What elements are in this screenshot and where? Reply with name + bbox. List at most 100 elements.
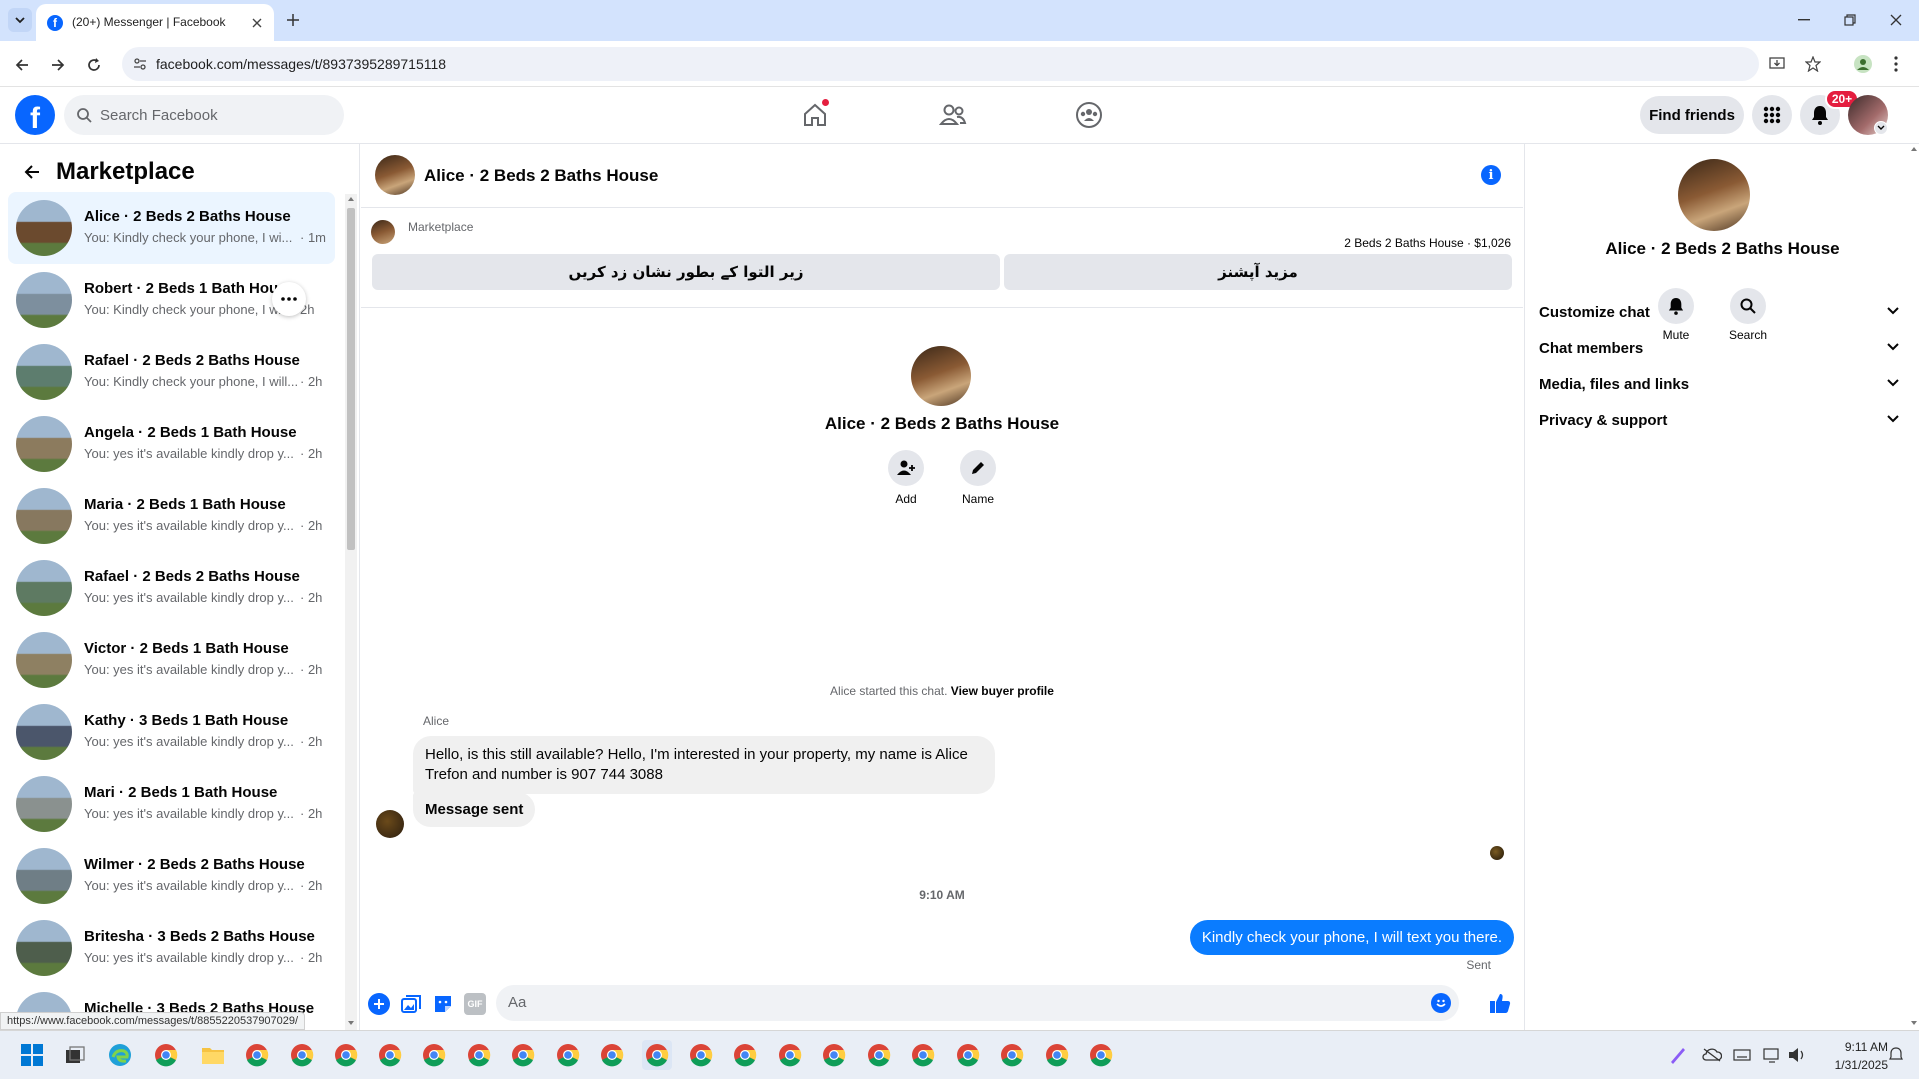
facebook-logo-icon[interactable]: f bbox=[15, 95, 55, 135]
sidebar-scrollbar[interactable] bbox=[345, 194, 357, 1030]
home-icon[interactable] bbox=[798, 98, 832, 132]
conversation-item[interactable]: Maria · 2 Beds 1 Bath House You: yes it's… bbox=[8, 480, 335, 552]
attach-photo-icon[interactable] bbox=[400, 993, 422, 1015]
profile-intro-avatar[interactable] bbox=[911, 346, 971, 406]
chrome-window-icon[interactable] bbox=[597, 1040, 627, 1070]
add-person-icon[interactable] bbox=[888, 450, 924, 486]
chrome-window-icon[interactable] bbox=[1086, 1040, 1116, 1070]
chrome-window-icon[interactable] bbox=[287, 1040, 317, 1070]
edit-name-pencil-icon[interactable] bbox=[960, 450, 996, 486]
chrome-window-icon[interactable] bbox=[151, 1040, 181, 1070]
volume-icon[interactable] bbox=[1782, 1040, 1812, 1070]
view-buyer-profile-link[interactable]: View buyer profile bbox=[951, 684, 1054, 698]
conversation-item[interactable]: Rafael · 2 Beds 2 Baths House You: Kindly… bbox=[8, 336, 335, 408]
incoming-message-bubble[interactable]: Hello, is this still available? Hello, I… bbox=[413, 736, 995, 794]
menu-grid-icon[interactable] bbox=[1752, 95, 1792, 135]
sidebar-scroll-thumb[interactable] bbox=[347, 208, 355, 550]
sender-avatar[interactable] bbox=[376, 810, 404, 838]
more-actions-plus-icon[interactable] bbox=[368, 993, 390, 1015]
back-arrow-icon[interactable] bbox=[18, 158, 46, 186]
task-view-icon[interactable] bbox=[60, 1040, 90, 1070]
chrome-window-icon[interactable] bbox=[375, 1040, 405, 1070]
scroll-down-icon[interactable] bbox=[1908, 1018, 1919, 1028]
gif-icon[interactable]: GIF bbox=[464, 993, 486, 1015]
listing-title-price[interactable]: 2 Beds 2 Baths House · $1,026 bbox=[1344, 236, 1511, 250]
scroll-down-icon[interactable] bbox=[345, 1018, 357, 1028]
details-section-toggle[interactable]: Media, files and links bbox=[1539, 376, 1899, 393]
message-input[interactable]: Aa bbox=[496, 985, 1459, 1021]
chrome-window-icon[interactable] bbox=[242, 1040, 272, 1070]
chrome-window-icon[interactable] bbox=[908, 1040, 938, 1070]
tab-search-button[interactable] bbox=[8, 8, 32, 32]
details-section-toggle[interactable]: Chat members bbox=[1539, 340, 1899, 357]
chrome-window-icon[interactable] bbox=[864, 1040, 894, 1070]
chrome-window-icon[interactable] bbox=[553, 1040, 583, 1070]
file-explorer-icon[interactable] bbox=[198, 1040, 228, 1070]
facebook-search-box[interactable]: Search Facebook bbox=[64, 95, 344, 135]
conversation-item[interactable]: Angela · 2 Beds 1 Bath House You: yes it'… bbox=[8, 408, 335, 480]
back-arrow-icon[interactable] bbox=[10, 53, 34, 77]
groups-icon[interactable] bbox=[1072, 98, 1106, 132]
chrome-window-icon[interactable] bbox=[686, 1040, 716, 1070]
chrome-window-icon[interactable] bbox=[1042, 1040, 1072, 1070]
onedrive-offline-icon[interactable] bbox=[1697, 1040, 1727, 1070]
thumbs-up-icon[interactable] bbox=[1487, 990, 1513, 1016]
details-section-toggle[interactable]: Customize chat bbox=[1539, 304, 1899, 321]
chrome-window-icon[interactable] bbox=[508, 1040, 538, 1070]
new-tab-icon[interactable] bbox=[282, 9, 304, 31]
conversation-item[interactable]: Mari · 2 Beds 1 Bath House You: yes it's … bbox=[8, 768, 335, 840]
taskbar-time[interactable]: 9:11 AM bbox=[1818, 1040, 1888, 1054]
outgoing-message-bubble[interactable]: Kindly check your phone, I will text you… bbox=[1189, 920, 1514, 955]
browser-menu-icon[interactable] bbox=[1886, 52, 1906, 76]
chat-avatar[interactable] bbox=[375, 155, 415, 195]
conversation-item[interactable]: Alice · 2 Beds 2 Baths House You: Kindly … bbox=[8, 192, 335, 264]
bookmark-star-icon[interactable] bbox=[1804, 55, 1822, 73]
account-avatar[interactable] bbox=[1848, 95, 1888, 135]
friends-icon[interactable] bbox=[936, 98, 970, 132]
edge-browser-icon[interactable] bbox=[105, 1040, 135, 1070]
info-icon[interactable]: i bbox=[1481, 165, 1501, 185]
chrome-window-icon[interactable] bbox=[953, 1040, 983, 1070]
conversation-item[interactable]: Kathy · 3 Beds 1 Bath House You: yes it's… bbox=[8, 696, 335, 768]
notification-center-icon[interactable] bbox=[1886, 1040, 1906, 1070]
sticker-icon[interactable] bbox=[432, 993, 454, 1015]
mark-as-pending-button[interactable]: زیر التوا کے بطور نشان زد کریں bbox=[372, 254, 1000, 290]
details-avatar[interactable] bbox=[1678, 159, 1750, 231]
browser-tab[interactable]: f (20+) Messenger | Facebook bbox=[36, 4, 274, 41]
conversation-item[interactable]: Victor · 2 Beds 1 Bath House You: yes it'… bbox=[8, 624, 335, 696]
chrome-window-icon[interactable] bbox=[464, 1040, 494, 1070]
details-section-toggle[interactable]: Privacy & support bbox=[1539, 412, 1899, 429]
minimize-icon[interactable] bbox=[1792, 10, 1816, 30]
conversation-more-options-icon[interactable] bbox=[272, 282, 306, 316]
chrome-window-icon[interactable] bbox=[730, 1040, 760, 1070]
taskbar-date[interactable]: 1/31/2025 bbox=[1818, 1058, 1888, 1072]
emoji-icon[interactable] bbox=[1431, 993, 1451, 1013]
conversation-item[interactable]: Britesha · 3 Beds 2 Baths House You: yes … bbox=[8, 912, 335, 984]
close-window-icon[interactable] bbox=[1884, 10, 1908, 30]
find-friends-button[interactable]: Find friends bbox=[1640, 96, 1744, 134]
chrome-window-icon[interactable] bbox=[419, 1040, 449, 1070]
close-tab-icon[interactable] bbox=[248, 14, 266, 32]
conversation-item[interactable]: Wilmer · 2 Beds 2 Baths House You: yes it… bbox=[8, 840, 335, 912]
restore-icon[interactable] bbox=[1838, 10, 1862, 30]
chrome-window-icon[interactable] bbox=[775, 1040, 805, 1070]
forward-arrow-icon[interactable] bbox=[46, 53, 70, 77]
address-bar[interactable]: facebook.com/messages/t/8937395289715118 bbox=[122, 47, 1821, 81]
scroll-up-icon[interactable] bbox=[1908, 144, 1919, 154]
message-sent-bubble[interactable]: Message sent bbox=[413, 792, 536, 827]
details-scrollbar[interactable] bbox=[1908, 144, 1919, 1030]
pen-icon[interactable] bbox=[1663, 1040, 1693, 1070]
chat-title[interactable]: Alice · 2 Beds 2 Baths House bbox=[424, 166, 658, 186]
reload-icon[interactable] bbox=[82, 53, 106, 77]
more-options-button[interactable]: مزید آپشنز bbox=[1004, 254, 1512, 290]
chrome-window-icon[interactable] bbox=[819, 1040, 849, 1070]
install-app-icon[interactable] bbox=[1768, 55, 1786, 73]
site-info-icon[interactable] bbox=[132, 56, 148, 72]
profile-icon[interactable] bbox=[1849, 50, 1877, 78]
chrome-window-icon[interactable] bbox=[642, 1040, 672, 1070]
scroll-up-icon[interactable] bbox=[345, 194, 357, 204]
windows-start-icon[interactable] bbox=[17, 1040, 47, 1070]
keyboard-icon[interactable] bbox=[1727, 1040, 1757, 1070]
conversation-item[interactable]: Rafael · 2 Beds 2 Baths House You: yes it… bbox=[8, 552, 335, 624]
chrome-window-icon[interactable] bbox=[997, 1040, 1027, 1070]
